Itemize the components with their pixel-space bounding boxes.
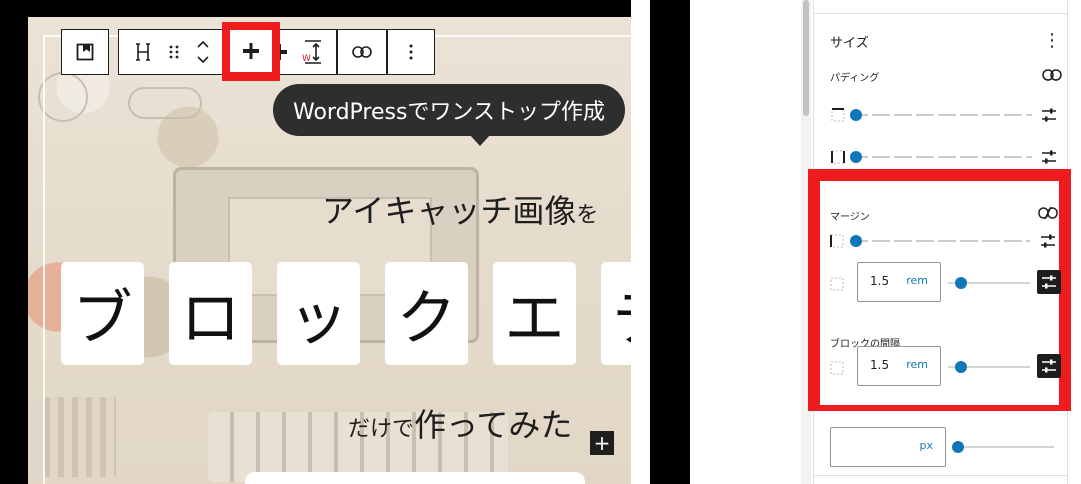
block-spacing-icon (830, 361, 844, 375)
justify-center-icon-wrap[interactable] (230, 30, 272, 72)
slider-track (850, 156, 1032, 158)
block-spacing-unit-select[interactable]: rem (906, 358, 928, 371)
canvas-black-margin (650, 0, 690, 484)
character-tiles: ブ ロ ッ ク エ デ (61, 262, 684, 365)
link-button[interactable] (338, 30, 386, 74)
margin-unlink-icon[interactable] (1038, 206, 1058, 220)
toolbar-tooltip: WordPressでワンストップ作成 (273, 84, 626, 136)
editor-canvas: アイキャッチ画像を ブ ロ ッ ク エ デ だけで作ってみた + (0, 0, 690, 484)
char-tile[interactable]: ロ (169, 262, 252, 365)
heading-line-2-lead: だけで (348, 417, 415, 442)
block-spacing-slider[interactable] (948, 360, 1030, 374)
block-spacing-input[interactable]: 1.5 rem (857, 346, 941, 386)
margin-bottom-icon (830, 277, 844, 291)
margin-spacing-controls: マージン 1.5 rem ブロックの間隔 1.5 rem (820, 181, 1061, 405)
move-up-down-button[interactable] (181, 30, 225, 74)
drag-handle-icon (169, 45, 179, 59)
panel-divider (814, 13, 1067, 14)
slider-knob[interactable] (850, 151, 862, 163)
block-type-icon (76, 43, 94, 61)
margin-custom-settings-icon (1042, 275, 1056, 289)
padding-link-icon[interactable] (1042, 68, 1062, 82)
link-icon (352, 46, 372, 58)
heading-line-2[interactable]: だけで作ってみた (348, 400, 572, 446)
margin-top-icon (830, 234, 844, 248)
padding-sides-icon (831, 150, 845, 164)
slider-track (850, 114, 1032, 116)
height-button[interactable]: W (290, 30, 336, 74)
parent-select-icon (136, 43, 150, 61)
heading-line-1[interactable]: アイキャッチ画像を (322, 186, 598, 232)
panel-options-button[interactable]: ⋮ (1043, 30, 1061, 51)
toolbar-group-link (337, 29, 387, 75)
char-tile[interactable]: ッ (277, 262, 360, 365)
sidebar-scrollbar-thumb[interactable] (803, 0, 809, 116)
parent-select-button[interactable] (119, 30, 167, 74)
padding-top-icon (831, 108, 845, 122)
heading-line-1-tail: を (576, 203, 599, 228)
padding-sides-slider[interactable] (850, 150, 1032, 164)
margin-spacing-highlight: マージン 1.5 rem ブロックの間隔 1.5 rem (808, 169, 1071, 411)
move-up-down-icon (197, 40, 209, 64)
char-tile[interactable]: エ (493, 262, 576, 365)
padding-label: パディング (830, 73, 880, 84)
margin-top-settings-icon[interactable] (1039, 233, 1057, 249)
drag-handle[interactable] (167, 30, 181, 74)
heading-line-1-main: アイキャッチ画像 (322, 192, 577, 230)
panel-title: サイズ (830, 36, 869, 51)
toolbar-group-options (387, 29, 435, 75)
more-options-button[interactable] (388, 30, 434, 74)
bottom-block-edge (245, 472, 585, 484)
heading-line-2-main: 作ってみた (414, 406, 573, 444)
slider-knob[interactable] (850, 235, 862, 247)
slider-track (952, 446, 1054, 448)
slider-knob[interactable] (955, 361, 967, 373)
slider-knob[interactable] (952, 441, 964, 453)
justify-center-highlight (222, 22, 280, 81)
block-type-button[interactable] (62, 30, 108, 74)
bottom-size-unit[interactable]: px (920, 439, 934, 452)
toolbar-group-move (118, 29, 226, 75)
more-options-icon (409, 44, 413, 60)
block-spacing-custom-toggle[interactable] (1037, 354, 1061, 378)
panel-divider (814, 475, 1067, 476)
svg-text:W: W (302, 54, 311, 64)
height-icon: W (302, 40, 321, 64)
padding-top-slider[interactable] (850, 108, 1032, 122)
margin-custom-toggle[interactable] (1037, 270, 1061, 294)
margin-unit-select[interactable]: rem (906, 274, 928, 287)
char-tile[interactable]: ブ (61, 262, 144, 365)
padding-sides-settings-icon[interactable] (1040, 149, 1058, 165)
margin-slider[interactable] (948, 276, 1030, 290)
block-spacing-value: 1.5 (870, 358, 890, 372)
add-block-button[interactable]: + (590, 431, 614, 455)
slider-knob[interactable] (955, 277, 967, 289)
justify-center-icon (243, 43, 259, 59)
slider-track (850, 240, 1030, 242)
block-spacing-settings-icon (1042, 359, 1056, 373)
char-tile[interactable]: ク (385, 262, 468, 365)
margin-value-input[interactable]: 1.5 rem (857, 262, 941, 302)
margin-label: マージン (830, 212, 870, 223)
toolbar-group-block (61, 29, 109, 75)
canvas-right-edge (631, 0, 651, 484)
margin-value: 1.5 (870, 274, 890, 288)
margin-top-slider[interactable] (850, 234, 1030, 248)
padding-custom-settings-icon[interactable] (1040, 107, 1058, 123)
bottom-size-slider[interactable] (952, 440, 1054, 454)
bottom-size-input[interactable]: px (830, 427, 946, 467)
slider-knob[interactable] (850, 109, 862, 121)
tooltip-arrow (469, 134, 491, 146)
